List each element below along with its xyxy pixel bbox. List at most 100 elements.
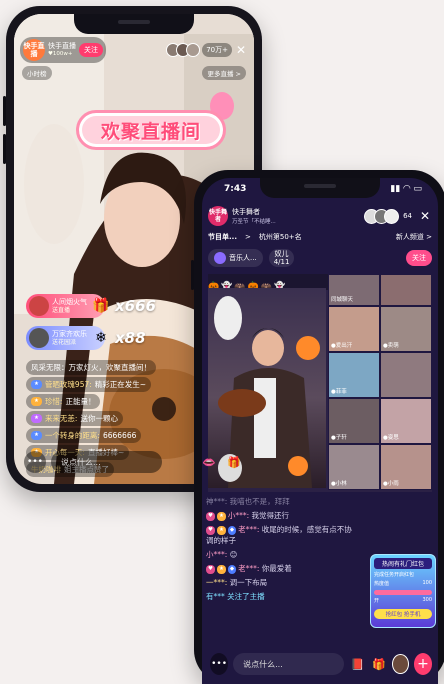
chip-date: 4/11: [273, 258, 290, 266]
chat-text: 调一下布局: [229, 578, 268, 587]
level-badge: ★: [216, 511, 226, 521]
level-badge: ◆: [227, 525, 237, 535]
guest-tile[interactable]: [380, 352, 432, 398]
chat-message: ★ 珍惜: 正能量！: [26, 394, 101, 409]
level-badge: ★: [31, 431, 42, 440]
anchor-desc: 万圣节「不结睡...: [232, 219, 276, 225]
comment-input[interactable]: [233, 653, 345, 675]
anchor-info[interactable]: 快手舞者 万圣节「不结睡...: [232, 207, 276, 225]
guest-tile[interactable]: ●小林: [328, 444, 380, 490]
welcome-banner: 欢聚直播间: [76, 110, 226, 150]
gift-desc: 送花园派: [52, 338, 77, 346]
plus-icon[interactable]: +: [413, 653, 433, 675]
anchor-info[interactable]: 快手直播 快手直播 ♥100w+ 关注: [20, 37, 106, 63]
viewer-avatar[interactable]: [186, 43, 201, 57]
gift-icon[interactable]: 🎁: [371, 654, 387, 674]
chat-user[interactable]: 老***:: [238, 564, 259, 573]
close-icon[interactable]: ✕: [234, 43, 248, 57]
guest-label: ●小林: [331, 481, 347, 487]
viewer-avatar[interactable]: [384, 208, 400, 224]
room-header: 快手舞者 快手舞者 万圣节「不结睡... 64 ✕: [208, 204, 432, 228]
guest-tile[interactable]: ●小雨: [380, 444, 432, 490]
chat-user[interactable]: 老***:: [238, 525, 259, 534]
chat-list: 神***: 我喵也不是，拜拜 ♥ ★ 小***: 我觉得还行 ♥ ★ ◆ 老***: 收尾…: [206, 496, 356, 602]
gift-icon[interactable]: 🎁: [224, 452, 244, 472]
chat-text: 送你一颗心: [80, 414, 118, 423]
level-badge: ♥: [206, 525, 215, 535]
tab-program[interactable]: 节目单...: [208, 232, 237, 242]
guest-label: ●姿思: [383, 435, 399, 441]
chat-user[interactable]: 小***:: [228, 511, 249, 520]
status-bar: 7:43 ▮▮ ◠ ▭: [224, 184, 422, 194]
viewer-count[interactable]: 64: [403, 212, 412, 220]
promo-stage: 快手直播 快手直播 ♥100w+ 关注 70万+ ✕ 小时榜 更多直播 > 欢聚…: [0, 0, 444, 684]
chat-message: ♥ ★ 小***: 我觉得还行: [206, 510, 356, 521]
musician-avatar: [214, 252, 226, 264]
chat-user[interactable]: 珍惜:: [45, 396, 63, 407]
musician-chip[interactable]: 音乐人...: [208, 249, 263, 267]
chat-text: 6666666: [102, 431, 137, 440]
anchor-name: 快手舞者: [232, 208, 260, 216]
card-label: 热度值: [374, 581, 390, 587]
viewer-count[interactable]: 70万+: [202, 43, 232, 57]
gifter-name: 万家齐欢乐: [52, 329, 87, 338]
phone-right: 7:43 ▮▮ ◠ ▭ 快手舞者 快手舞者 万圣节「不结睡... 64 ✕ 节目…: [191, 170, 444, 684]
level-badge: ◆: [227, 564, 237, 574]
more-live-button[interactable]: 更多直播 >: [202, 66, 246, 80]
room-tabs: 节目单... > 杭州第50+名 新人频道 >: [208, 232, 432, 242]
more-icon[interactable]: •••: [210, 653, 229, 675]
level-badge: ★: [216, 564, 226, 574]
date-chip[interactable]: 奴儿 4/11: [268, 249, 295, 267]
lips-icon[interactable]: 👄: [199, 452, 219, 472]
follow-button[interactable]: 关注: [406, 250, 432, 266]
chat-user[interactable]: 小***:: [206, 550, 227, 559]
card-label: 开: [374, 598, 380, 604]
chat-message: 风采无限：万家灯火，欢聚直播间！: [26, 360, 156, 375]
clock: 7:43: [224, 184, 247, 194]
guest-tile[interactable]: ●姿思: [380, 398, 432, 444]
level-badge: ♥: [206, 511, 215, 521]
chat-user[interactable]: 来来无恙:: [45, 413, 78, 424]
guest-label: ●菲菲: [331, 389, 347, 395]
tab-new-channel[interactable]: 新人频道 >: [396, 232, 432, 242]
tab-arrow[interactable]: >: [245, 233, 251, 241]
chat-user[interactable]: 管晒玫瑰957:: [45, 379, 92, 390]
red-packet-card[interactable]: 热闹有礼门红包 完成任务开启红包 热度值 100 开 300 抢红包 抢手机: [370, 554, 436, 628]
book-icon[interactable]: 📕: [349, 654, 365, 674]
gift-icon: 🎁: [92, 298, 110, 314]
grab-red-packet-button[interactable]: 抢红包 抢手机: [374, 609, 432, 619]
chat-text: 😊: [229, 550, 238, 559]
level-badge: ★: [31, 397, 42, 406]
gift-notice: 万家齐欢乐 送花园派 ❄ x88: [26, 326, 146, 350]
chat-user[interactable]: 一个转身的距离:: [45, 430, 100, 441]
card-title: 热闹有礼门红包: [374, 558, 432, 569]
chat-message: 小***: 😊: [206, 549, 356, 560]
close-icon[interactable]: ✕: [418, 209, 432, 223]
guest-tile[interactable]: ●菲菲: [328, 352, 380, 398]
viewer-list[interactable]: 64 ✕: [364, 208, 432, 224]
anchor-avatar[interactable]: 快手直播: [23, 39, 45, 61]
chat-text: 你最爱着: [261, 564, 292, 573]
chat-user[interactable]: 有***: [206, 592, 225, 601]
guest-tile[interactable]: ●子轩: [328, 398, 380, 444]
guest-tile[interactable]: ●爱出汗: [328, 306, 380, 352]
follow-button[interactable]: 关注: [79, 43, 103, 57]
tab-rank[interactable]: 杭州第50+名: [259, 232, 302, 242]
level-badge: ★: [31, 380, 42, 389]
chat-message: ♥ ★ ◆ 老***: 收尾的时候，感觉有点不协调的样子: [206, 524, 356, 546]
bottom-bar: ••• 👄 🎁: [24, 450, 244, 474]
viewer-list[interactable]: 70万+ ✕: [166, 43, 248, 57]
hour-rank-button[interactable]: 小时榜: [22, 66, 52, 80]
banner-text: 欢聚直播间: [100, 120, 201, 143]
guest-tile[interactable]: [380, 274, 432, 306]
more-icon[interactable]: •••: [24, 451, 46, 473]
guest-tile[interactable]: ●卖萌: [380, 306, 432, 352]
anchor-avatar[interactable]: 快手舞者: [208, 206, 228, 226]
user-avatar[interactable]: [392, 654, 409, 674]
guest-tile[interactable]: 同城聊天: [328, 274, 380, 306]
guest-label: 同城聊天: [331, 297, 354, 303]
guest-label: ●小雨: [383, 481, 399, 487]
comment-input[interactable]: [51, 451, 162, 473]
chat-message: ★ 来来无恙: 送你一颗心: [26, 411, 123, 426]
chat-user[interactable]: 一***:: [206, 578, 227, 587]
